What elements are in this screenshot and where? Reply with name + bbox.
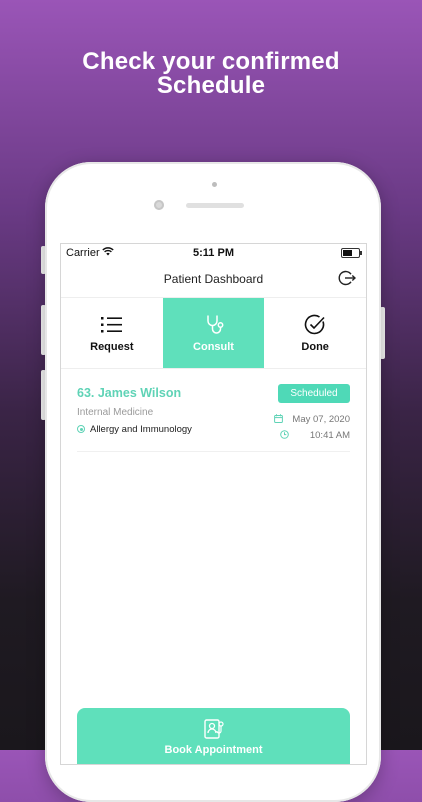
tab-request-label: Request [90,341,134,353]
page-title: Patient Dashboard [163,272,264,286]
app-screen: Carrier 5:11 PM Patient Dashboard Reques… [60,243,367,765]
earpiece-speaker [186,203,244,208]
status-badge: Scheduled [278,384,350,403]
check-circle-icon [303,314,327,336]
clock-icon [280,430,289,439]
headline-line-1: Check your confirmed [82,48,340,75]
radio-dot-icon [77,425,85,433]
logout-icon[interactable] [338,269,357,287]
tab-consult-label: Consult [193,341,234,353]
appointment-date-text: May 07, 2020 [292,414,350,425]
book-appointment-button[interactable]: Book Appointment [77,708,350,764]
tab-request[interactable]: Request [61,298,163,368]
appointment-card[interactable]: 63. James Wilson Internal Medicine Aller… [77,369,350,452]
stethoscope-icon [202,314,226,336]
calendar-icon [274,414,284,423]
book-appointment-label: Book Appointment [164,744,263,756]
appointment-title: 63. James Wilson [77,386,182,400]
list-icon [100,314,124,336]
headline: Check your confirmed Schedule [0,50,422,98]
front-camera [154,200,164,210]
status-bar: Carrier 5:11 PM [61,244,366,262]
nav-bar: Patient Dashboard [61,262,366,298]
specialty-label: Allergy and Immunology [77,424,192,435]
tab-done[interactable]: Done [264,298,366,368]
department-label: Internal Medicine [77,407,154,418]
tab-done-label: Done [301,341,329,353]
specialty-text: Allergy and Immunology [90,424,192,435]
proximity-sensor [212,182,217,187]
tab-consult[interactable]: Consult [162,298,265,368]
doctor-clipboard-icon [203,718,225,740]
headline-line-2: Schedule [156,72,266,99]
appointment-time: 10:41 AM [280,430,350,441]
clock: 5:11 PM [193,247,234,259]
tab-bar: Request Consult Done [61,298,366,369]
appointment-time-text: 10:41 AM [309,430,350,441]
appointment-date: May 07, 2020 [274,414,350,425]
battery-icon [341,248,362,258]
